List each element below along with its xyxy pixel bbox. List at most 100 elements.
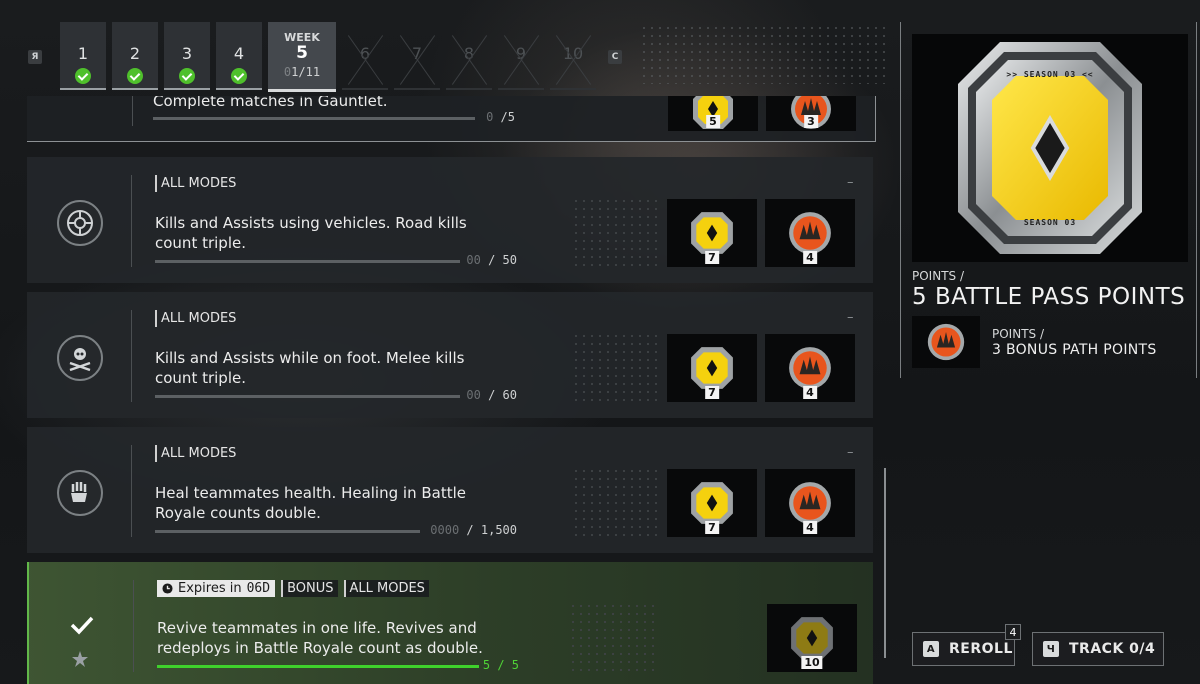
week-number: 8 <box>463 44 475 63</box>
panel-frame-left <box>900 22 901 378</box>
tab-week-9: 9 <box>498 22 544 90</box>
track-key: Ч <box>1043 641 1059 657</box>
bonus-path-icon <box>789 347 831 389</box>
challenge-card-gauntlet[interactable]: Complete matches in Gauntlet. 0 /5 5 3 <box>27 96 876 142</box>
challenge-description: Heal teammates health. Healing in Battle… <box>155 484 466 522</box>
progress-bar <box>155 395 460 398</box>
decorative-dots <box>572 332 662 402</box>
bonus-tag: BONUS <box>281 580 338 597</box>
reward-quantity: 7 <box>705 251 719 264</box>
challenge-description: Complete matches in Gauntlet. <box>153 96 388 110</box>
challenge-card-revive[interactable]: Expires in 06D BONUS ALL MODES Revive te… <box>27 562 873 684</box>
reroll-key: A <box>923 641 939 657</box>
challenge-list: Complete matches in Gauntlet. 0 /5 5 3 A… <box>27 96 877 684</box>
tab-week-6: 6 <box>342 22 388 90</box>
prev-week-key[interactable]: Я <box>28 50 42 64</box>
card-divider <box>133 580 134 672</box>
week-number: 1 <box>77 44 89 63</box>
mode-tag: ALL MODES <box>343 580 429 597</box>
progress-bar <box>157 665 479 668</box>
tab-week-7: 7 <box>394 22 440 90</box>
checkmark-icon <box>59 602 105 648</box>
challenge-description: Kills and Assists while on foot. Melee k… <box>155 349 465 387</box>
decorative-dots <box>572 467 662 537</box>
progress-bar <box>153 117 475 120</box>
challenge-tags: ALL MODES <box>155 445 240 462</box>
battle-pass-reward: 7 <box>667 469 757 537</box>
check-icon <box>231 68 247 84</box>
tab-week-10: 10 <box>550 22 596 90</box>
battle-pass-reward: 7 <box>667 334 757 402</box>
track-button[interactable]: Ч TRACK 0/4 <box>1032 632 1164 666</box>
progress-count: 0 /5 <box>486 110 515 124</box>
challenge-tags: ALL MODES <box>155 310 240 327</box>
week-number: 3 <box>181 44 193 63</box>
check-icon <box>75 68 91 84</box>
expires-badge: Expires in 06D <box>157 580 276 597</box>
vehicle-icon <box>57 200 103 246</box>
week-number: 6 <box>359 44 371 63</box>
bonus-path-reward: 4 <box>765 199 855 267</box>
reward-quantity: 7 <box>705 386 719 399</box>
card-divider <box>131 175 132 267</box>
tab-week-3[interactable]: 3 <box>164 22 210 90</box>
tab-week-8: 8 <box>446 22 492 90</box>
panel-frame-right <box>1196 22 1197 378</box>
card-divider <box>131 445 132 537</box>
tab-week-5[interactable]: WEEK 5 01/11 <box>268 22 336 92</box>
progress-count: 0000 / 1,500 <box>430 523 517 537</box>
list-scrollbar[interactable] <box>884 468 886 658</box>
track-label: TRACK 0/4 <box>1069 641 1156 657</box>
bonus-path-reward: 3 <box>766 96 856 131</box>
check-icon <box>179 68 195 84</box>
reroll-button[interactable]: A REROLL <box>912 632 1015 666</box>
tab-week-1[interactable]: 1 <box>60 22 106 90</box>
progress-count: 5 / 5 <box>482 658 519 672</box>
card-divider <box>132 96 133 126</box>
progress-bar <box>155 260 460 263</box>
week-number: 2 <box>129 44 141 63</box>
next-week-key[interactable]: С <box>608 50 622 64</box>
reward-quantity: 4 <box>803 251 817 264</box>
challenge-tags: Expires in 06D BONUS ALL MODES <box>157 580 429 597</box>
week-tabs: Я 1 2 3 4 WEEK 5 01/11 6 7 8 9 10 С <box>0 0 900 96</box>
reward-quantity: 4 <box>803 521 817 534</box>
points-title: 5 BATTLE PASS POINTS <box>912 284 1186 310</box>
challenge-card-vehicles[interactable]: ALL MODES – Kills and Assists using vehi… <box>27 157 873 283</box>
tab-week-2[interactable]: 2 <box>112 22 158 90</box>
healing-paw-icon <box>57 470 103 516</box>
mode-tag: ALL MODES <box>155 445 240 462</box>
progress-bar <box>155 530 420 533</box>
challenge-card-healing[interactable]: ALL MODES – Heal teammates health. Heali… <box>27 427 873 553</box>
decorative-dots <box>569 602 659 672</box>
points-label: POINTS / <box>912 269 965 283</box>
status-dash: – <box>847 445 854 460</box>
star-icon <box>72 651 88 667</box>
clock-icon <box>162 583 173 594</box>
week-number: 7 <box>411 44 423 63</box>
progress-count: 00 / 50 <box>466 253 517 267</box>
challenge-tags: ALL MODES <box>155 175 240 192</box>
week-number: 9 <box>515 44 527 63</box>
week-number: 4 <box>233 44 245 63</box>
battle-pass-token-image: >> SEASON 03 << SEASON 03 <box>912 34 1188 262</box>
battle-pass-reward: 5 <box>668 96 758 131</box>
reward-quantity: 10 <box>801 656 823 669</box>
reward-quantity: 4 <box>803 386 817 399</box>
week-number: 10 <box>562 44 584 63</box>
bonus-path-reward <box>912 316 980 368</box>
challenge-description: Kills and Assists using vehicles. Road k… <box>155 214 467 252</box>
status-dash: – <box>847 175 854 190</box>
week-number: 5 <box>296 43 308 63</box>
reward-quantity: 7 <box>705 521 719 534</box>
tab-week-4[interactable]: 4 <box>216 22 262 90</box>
bonus-path-icon <box>789 212 831 254</box>
card-divider <box>131 310 132 402</box>
battle-pass-reward: 7 <box>667 199 757 267</box>
bonus-path-icon <box>789 482 831 524</box>
reroll-label: REROLL <box>949 641 1013 657</box>
bonus-points-title: 3 BONUS PATH POINTS <box>992 342 1157 358</box>
challenge-card-on-foot[interactable]: ALL MODES – Kills and Assists while on f… <box>27 292 873 418</box>
battle-pass-icon <box>691 212 733 254</box>
battle-pass-icon <box>691 482 733 524</box>
